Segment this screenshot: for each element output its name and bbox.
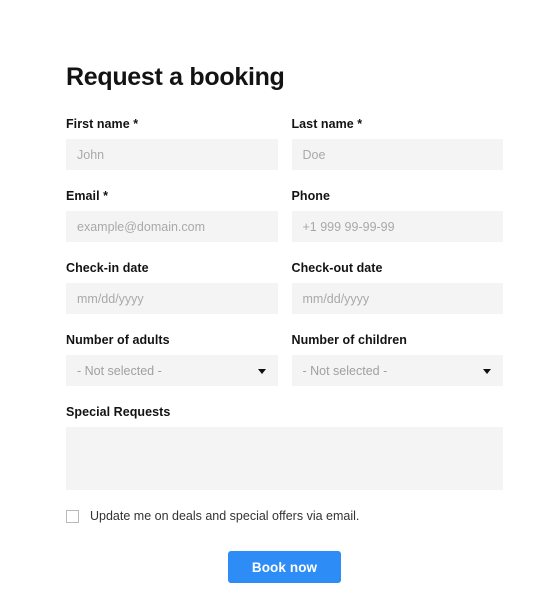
check-out-label: Check-out date xyxy=(291,261,383,275)
booking-form-page: Request a booking First name * Last name… xyxy=(0,0,534,605)
children-field-group: Number of children - Not selected - xyxy=(291,332,503,404)
newsletter-checkbox[interactable] xyxy=(66,509,79,523)
contact-row: Email * Phone xyxy=(66,188,503,260)
check-out-field-group: Check-out date xyxy=(291,260,503,332)
check-in-date-input[interactable] xyxy=(66,283,278,314)
email-input[interactable] xyxy=(66,211,278,242)
submit-row: Book now xyxy=(66,551,503,583)
special-requests-label: Special Requests xyxy=(66,405,171,419)
check-in-field-group: Check-in date xyxy=(66,260,278,332)
adults-select-value: - Not selected - xyxy=(77,363,162,378)
email-label: Email * xyxy=(66,189,109,203)
dates-row: Check-in date Check-out date xyxy=(66,260,503,332)
check-in-label: Check-in date xyxy=(66,261,149,275)
children-label: Number of children xyxy=(291,333,407,347)
adults-label: Number of adults xyxy=(66,333,170,347)
last-name-input[interactable] xyxy=(291,139,503,170)
newsletter-checkbox-label: Update me on deals and special offers vi… xyxy=(90,509,360,523)
check-out-date-input[interactable] xyxy=(291,283,503,314)
first-name-input[interactable] xyxy=(66,139,278,170)
email-field-group: Email * xyxy=(66,188,278,260)
newsletter-checkbox-row[interactable]: Update me on deals and special offers vi… xyxy=(66,508,503,524)
first-name-field-group: First name * xyxy=(66,116,278,188)
first-name-label: First name * xyxy=(66,117,139,131)
special-requests-field-group: Special Requests xyxy=(66,404,503,490)
children-select[interactable]: - Not selected - xyxy=(291,355,503,386)
phone-field-group: Phone xyxy=(291,188,503,260)
children-select-value: - Not selected - xyxy=(302,363,388,378)
last-name-field-group: Last name * xyxy=(291,116,503,188)
page-title: Request a booking xyxy=(66,63,285,91)
special-requests-textarea[interactable] xyxy=(66,427,503,490)
phone-label: Phone xyxy=(291,189,330,203)
book-now-button[interactable]: Book now xyxy=(227,551,342,583)
adults-select[interactable]: - Not selected - xyxy=(66,355,278,386)
name-row: First name * Last name * xyxy=(66,116,503,188)
adults-field-group: Number of adults - Not selected - xyxy=(66,332,278,404)
guests-row: Number of adults - Not selected - Number… xyxy=(66,332,503,404)
phone-input[interactable] xyxy=(291,211,503,242)
last-name-label: Last name * xyxy=(291,117,363,131)
